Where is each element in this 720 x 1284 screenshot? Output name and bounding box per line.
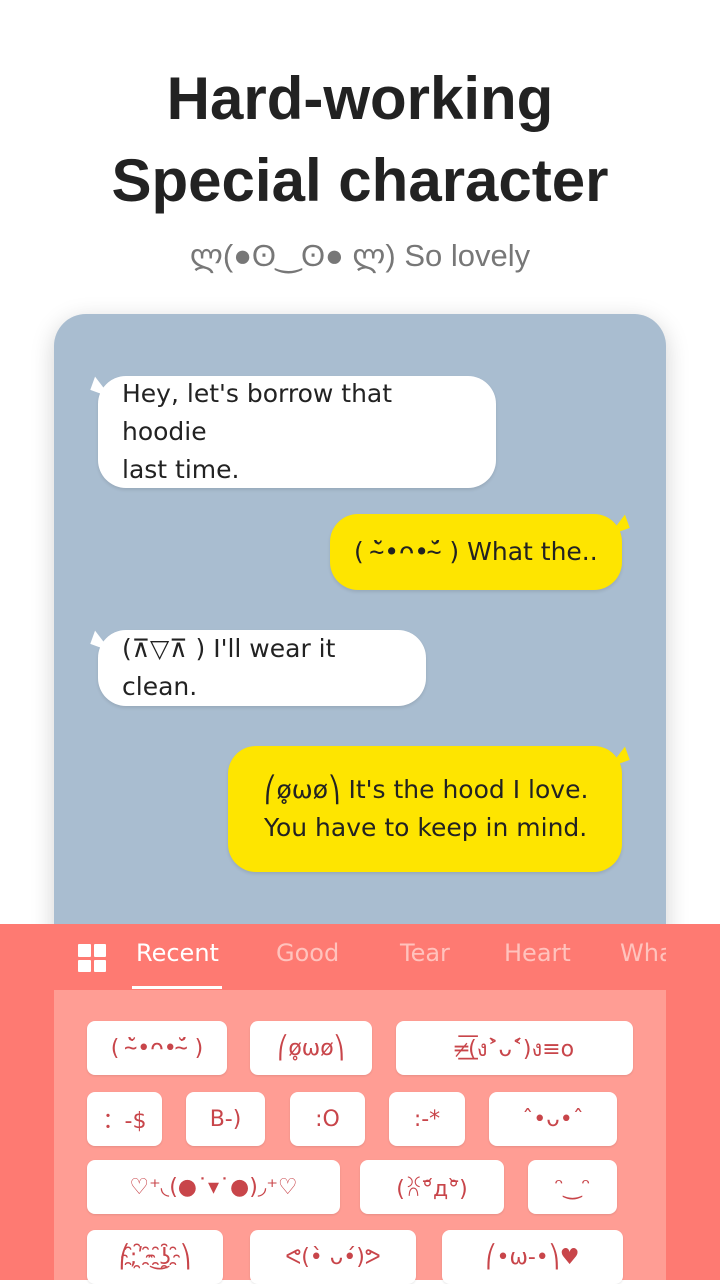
title-line-2: Special character: [111, 147, 609, 214]
page-title: Hard-working Special character: [0, 58, 720, 222]
emoticon-item[interactable]: :-*: [389, 1092, 465, 1146]
emoticon-item[interactable]: ⎛;ʹ҈ ͜ʖ҈⎞: [87, 1230, 223, 1284]
message-text: ( ˘̴̀•ᴖ•˘̴́ ) What the..: [354, 537, 598, 566]
chat-message-received: (⊼▽⊼ ) I'll wear it clean.: [98, 630, 426, 706]
emoticon-item[interactable]: B-): [186, 1092, 265, 1146]
emoticon-item[interactable]: ：-$: [87, 1092, 162, 1146]
subtitle: ლ(●ʘ‿ʘ● ლ) So lovely: [189, 238, 531, 273]
tab-tear[interactable]: Tear: [400, 939, 450, 967]
emoticon-keyboard: Recent Good Tear Heart What ( ˘̴̀•ᴖ•˘̴́ …: [0, 924, 720, 1284]
emoticon-item[interactable]: ⎛ø̥ωø⎞: [250, 1021, 372, 1075]
chat-message-received: Hey, let's borrow that hoodie last time.: [98, 376, 496, 488]
emoticon-item[interactable]: ᵔ‿ᵔ: [528, 1160, 617, 1214]
emoticon-grid: ( ˘̴̀•ᴖ•˘̴́ ) ⎛ø̥ωø⎞ ═̷͟͟͞(ง˃̀ᴗ˂́)ง≡ο ：-…: [54, 990, 666, 1284]
category-tabs: Recent Good Tear Heart What: [54, 924, 666, 990]
emoticon-item[interactable]: :O: [290, 1092, 365, 1146]
emoticon-item[interactable]: ⎛•ω-•⎞♥: [442, 1230, 623, 1284]
title-line-1: Hard-working: [166, 65, 554, 132]
tab-good[interactable]: Good: [276, 939, 339, 967]
active-tab-indicator: [132, 986, 222, 989]
message-text: ⎛ø̥ωø⎞ It's the hood I love.: [264, 775, 589, 804]
message-text: Hey, let's borrow that hoodie: [122, 379, 393, 446]
emoticon-item[interactable]: ᕙ(•̀ ᴗ•́)ᕗ: [250, 1230, 416, 1284]
chat-screen: Hey, let's borrow that hoodie last time.…: [54, 314, 666, 1014]
emoticon-item[interactable]: (ꐦ°᷄д°᷅): [360, 1160, 504, 1214]
emoticon-item[interactable]: ═̷͟͟͞(ง˃̀ᴗ˂́)ง≡ο: [396, 1021, 633, 1075]
tab-what[interactable]: What: [620, 939, 666, 967]
message-text: You have to keep in mind.: [264, 813, 588, 842]
emoticon-item[interactable]: ( ˘̴̀•ᴖ•˘̴́ ): [87, 1021, 227, 1075]
emoticon-item[interactable]: ♡⁺◟(●˙▾˙●)◞⁺♡: [87, 1160, 340, 1214]
tab-recent[interactable]: Recent: [136, 939, 219, 967]
tab-heart[interactable]: Heart: [504, 939, 571, 967]
grid-icon[interactable]: [78, 944, 106, 972]
chat-message-sent: ⎛ø̥ωø⎞ It's the hood I love. You have to…: [228, 746, 622, 872]
emoticon-item[interactable]: ˆ•ᴗ•ˆ: [489, 1092, 617, 1146]
chat-message-sent: ( ˘̴̀•ᴖ•˘̴́ ) What the..: [330, 514, 622, 590]
message-text: (⊼▽⊼ ) I'll wear it clean.: [122, 634, 336, 701]
message-text: last time.: [122, 455, 240, 484]
